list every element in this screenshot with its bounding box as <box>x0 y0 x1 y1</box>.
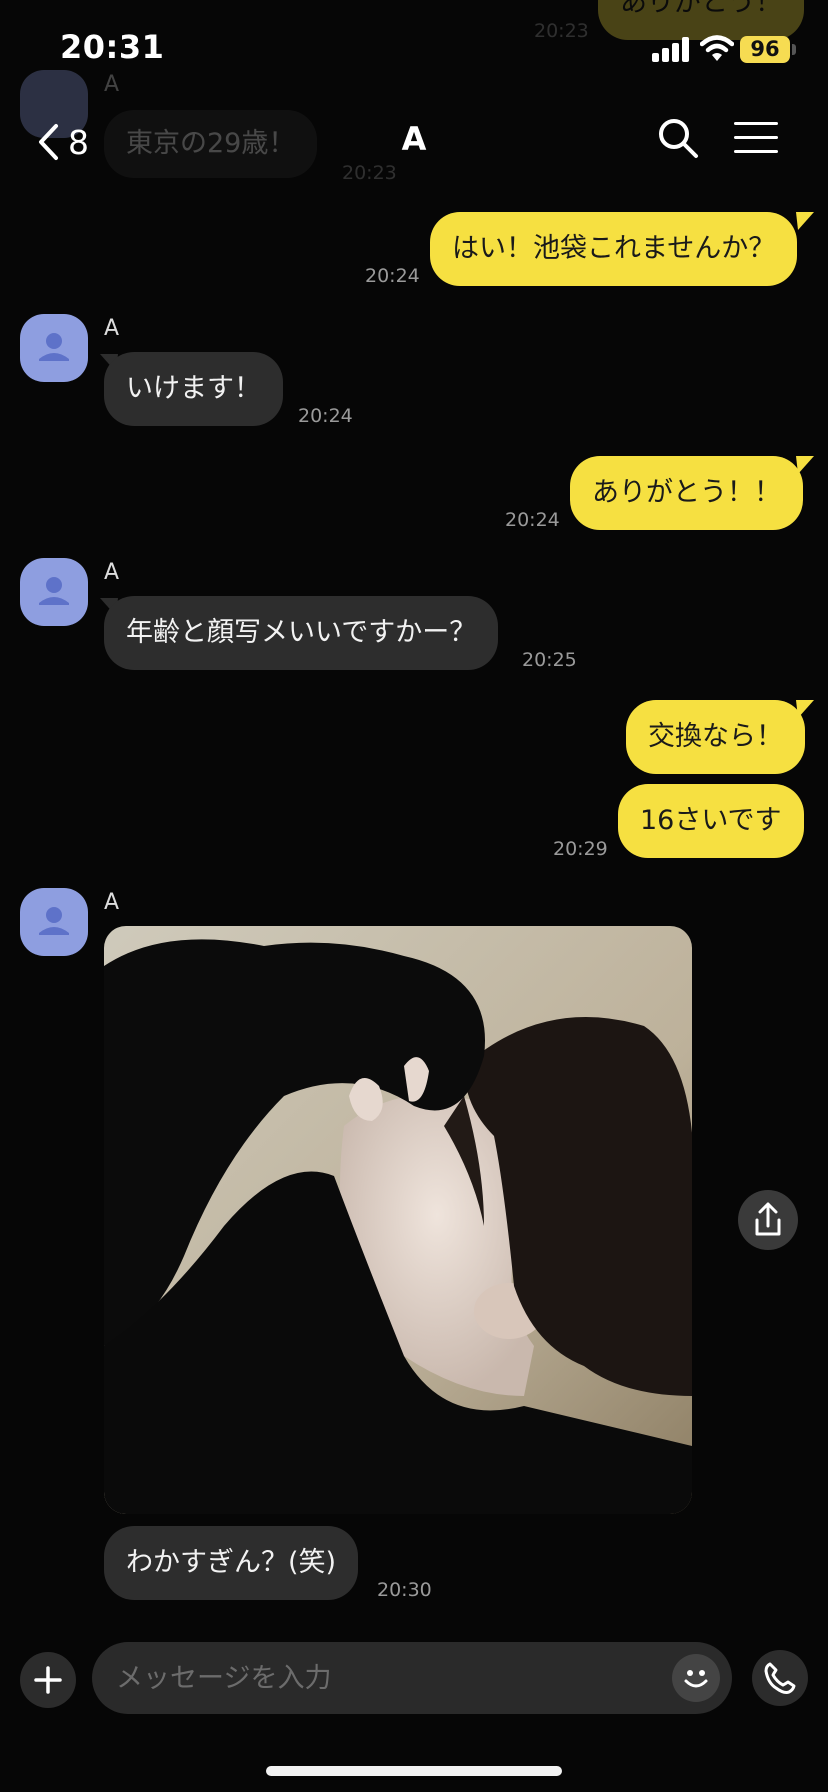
status-time: 20:31 <box>60 28 165 66</box>
their-message-bubble[interactable]: いけます！ <box>104 352 283 426</box>
chat-title: A <box>401 120 427 158</box>
smiley-icon <box>684 1670 708 1688</box>
share-icon <box>755 1202 781 1236</box>
bubble-tail <box>796 212 814 230</box>
input-bar <box>0 1630 828 1730</box>
status-bar: 20:31 96 <box>0 0 828 100</box>
sender-name: A <box>104 890 120 915</box>
battery-icon: 96 <box>740 36 790 63</box>
battery-tip <box>792 44 796 55</box>
message-time: 20:29 <box>553 838 608 860</box>
chevron-left-icon <box>39 124 58 160</box>
message-time: 20:24 <box>365 265 420 287</box>
message-time: 20:24 <box>298 405 353 427</box>
their-message-bubble[interactable]: 年齢と顔写メいいですかー？ <box>104 596 499 670</box>
portrait-photo <box>104 926 692 1514</box>
emoji-button[interactable] <box>672 1654 720 1702</box>
bubble-tail <box>796 700 814 718</box>
person-icon <box>39 577 69 605</box>
sender-name: A <box>104 316 120 341</box>
wifi-icon <box>700 35 734 61</box>
add-button[interactable] <box>20 1652 76 1708</box>
photo-message[interactable] <box>104 926 692 1514</box>
search-icon[interactable] <box>656 116 700 160</box>
avatar[interactable] <box>20 888 88 956</box>
menu-icon[interactable] <box>734 120 778 156</box>
message-time: 20:25 <box>522 649 577 671</box>
person-icon <box>39 907 69 935</box>
unread-count: 8 <box>68 122 89 162</box>
plus-icon <box>34 1666 62 1694</box>
message-time: 20:30 <box>377 1579 432 1601</box>
share-button[interactable] <box>738 1190 798 1250</box>
message-time: 20:24 <box>505 509 560 531</box>
sender-name: A <box>104 560 120 585</box>
my-message-bubble[interactable]: 交換なら！ <box>626 700 805 774</box>
my-message-bubble[interactable]: はい！池袋これませんか？ <box>430 212 798 286</box>
person-icon <box>39 333 69 361</box>
signal-icon <box>652 36 692 62</box>
my-message-bubble[interactable]: ありがとう！！ <box>570 456 803 530</box>
avatar[interactable] <box>20 314 88 382</box>
my-message-bubble[interactable]: 16さいです <box>618 784 804 858</box>
avatar[interactable] <box>20 558 88 626</box>
their-message-bubble[interactable]: わかすぎん？(笑) <box>104 1526 359 1600</box>
chat-header: 8 A <box>0 100 828 180</box>
back-button[interactable]: 8 <box>36 114 116 170</box>
home-indicator <box>266 1766 562 1776</box>
message-input[interactable] <box>92 1642 732 1714</box>
call-button[interactable] <box>752 1650 808 1706</box>
phone-icon <box>764 1662 796 1694</box>
bubble-tail <box>796 456 814 474</box>
